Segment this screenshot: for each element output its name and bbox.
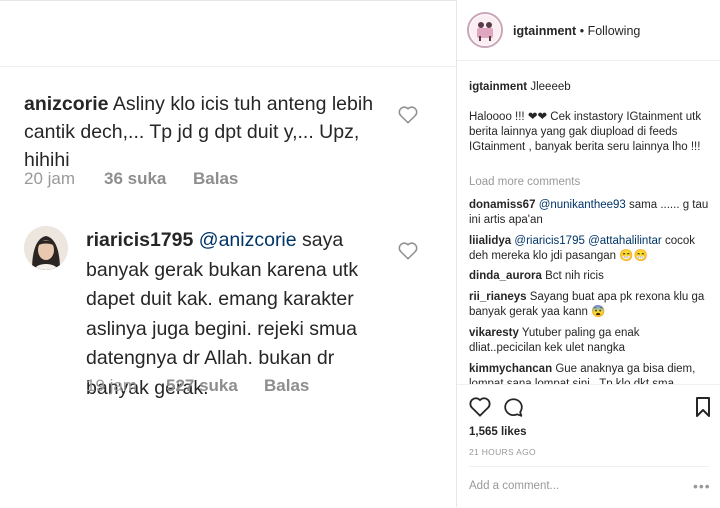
riaricis-avatar[interactable] — [24, 226, 68, 270]
comment-username[interactable]: vikaresty — [469, 327, 519, 339]
more-dots-icon[interactable]: ••• — [693, 478, 711, 494]
comment-1-time: 20 jam — [24, 169, 76, 188]
caption-first-line: igtainment Jleeeeb — [469, 80, 709, 95]
header-separator: • — [579, 24, 585, 38]
add-comment-input[interactable]: Add a comment... — [469, 480, 559, 492]
post-sidebar: igtainment • Following igtainment Jleeee… — [457, 0, 720, 508]
add-comment-divider — [469, 466, 709, 467]
comment-1: anizcorie Asliny klo icis tuh anteng leb… — [24, 90, 404, 174]
comment-mention[interactable]: @nunikanthee93 — [539, 199, 626, 211]
comment-2-mention[interactable]: @anizcorie — [199, 229, 297, 251]
comment-2-time: 19 jam — [86, 376, 138, 395]
comment-username[interactable]: rii_rianeys — [469, 291, 527, 303]
comment-2-likes[interactable]: 527 suka — [166, 376, 238, 396]
load-more-comments[interactable]: Load more comments — [469, 176, 580, 188]
comment-item: rii_rianeys Sayang buat apa pk rexona kl… — [469, 290, 709, 320]
comment-2-heart-icon[interactable] — [398, 242, 418, 260]
post-time[interactable]: 21 HOURS AGO — [469, 447, 536, 457]
comment-item: liialidya @riaricis1795 @attahalilintar … — [469, 234, 709, 264]
comment-text: Bct nih ricis — [545, 270, 604, 282]
account-name[interactable]: igtainment — [513, 24, 576, 38]
comment-mention[interactable]: @riaricis1795 @attahalilintar — [514, 235, 661, 247]
comment-2-username[interactable]: riaricis1795 — [86, 229, 193, 251]
likes-count[interactable]: 1,565 likes — [469, 426, 527, 438]
account-avatar[interactable] — [467, 12, 503, 48]
comment-item: dinda_aurora Bct nih ricis — [469, 269, 709, 284]
comment-1-likes[interactable]: 36 suka — [104, 169, 166, 189]
caption-username[interactable]: igtainment — [469, 81, 527, 93]
caption-first: Jleeeeb — [530, 81, 571, 93]
comment-username[interactable]: kimmychancan — [469, 363, 552, 375]
comment-username[interactable]: donamiss67 — [469, 199, 535, 211]
separator-line — [0, 66, 456, 67]
comment-username[interactable]: liialidya — [469, 235, 511, 247]
comment-1-username[interactable]: anizcorie — [24, 93, 109, 115]
comment-item: donamiss67 @nunikanthee93 sama ...... g … — [469, 198, 709, 228]
comment-2-text: saya banyak gerak bukan karena utk dapet… — [86, 229, 359, 399]
post-header: igtainment • Following — [457, 0, 720, 61]
comment-1-reply[interactable]: Balas — [193, 169, 238, 189]
comment-item: kimmychancan Gue anaknya ga bisa diem, l… — [469, 362, 709, 384]
comment-1-heart-icon[interactable] — [398, 106, 418, 124]
header-text: igtainment • Following — [513, 24, 640, 38]
comment-bubble-icon[interactable] — [503, 397, 524, 418]
comment-2-reply[interactable]: Balas — [264, 376, 309, 396]
caption-body: Haloooo !!! ❤❤ Cek instastory IGtainment… — [469, 111, 702, 153]
comment-item: vikaresty Yutuber paling ga enak dliat..… — [469, 326, 709, 356]
comment-username[interactable]: dinda_aurora — [469, 270, 542, 282]
follow-status[interactable]: Following — [588, 24, 641, 38]
zoomed-comments-panel: anizcorie Asliny klo icis tuh anteng leb… — [0, 0, 456, 507]
bookmark-icon[interactable] — [695, 397, 711, 417]
top-border — [0, 0, 456, 1]
heart-outline-icon[interactable] — [469, 397, 491, 417]
